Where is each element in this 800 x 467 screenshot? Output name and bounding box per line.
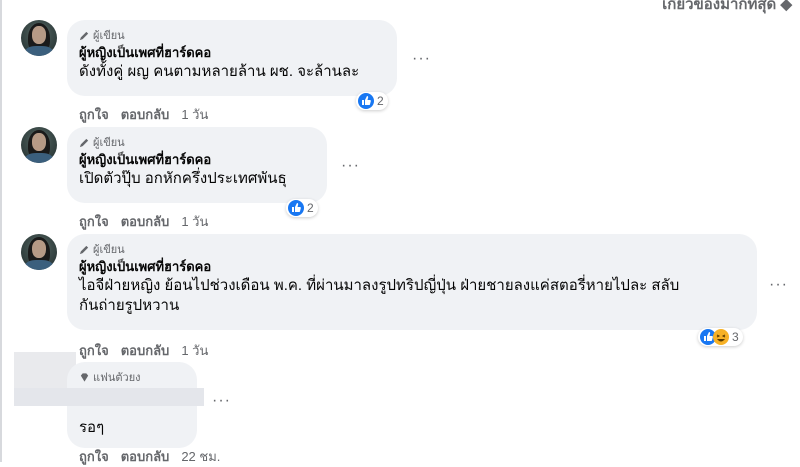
author-badge-label: ผู้เขียน	[93, 30, 125, 42]
like-icon	[288, 200, 304, 216]
comment-timestamp[interactable]: 22 ชม.	[181, 446, 220, 467]
comment-text: รอๆ	[79, 419, 105, 436]
comment-timestamp[interactable]: 1 วัน	[181, 104, 208, 125]
comment-actions: ถูกใจ ตอบกลับ 22 ชม.	[79, 446, 220, 467]
comment-actions: ถูกใจ ตอบกลับ 1 วัน	[79, 211, 208, 232]
reaction-summary[interactable]: 2	[356, 92, 388, 110]
more-options-button[interactable]: ···	[769, 276, 788, 294]
author-badge: ผู้เขียน	[79, 28, 385, 42]
page-left-border	[0, 0, 2, 462]
reaction-count: 3	[732, 330, 739, 344]
reply-button[interactable]: ตอบกลับ	[121, 446, 170, 467]
comment-timestamp[interactable]: 1 วัน	[181, 211, 208, 232]
diamond-icon	[80, 372, 89, 382]
comment-text: ดังทั้งคู่ ผญ คนตามหลายล้าน ผช. จะล้านละ	[79, 63, 360, 80]
pencil-icon	[79, 138, 89, 147]
comment-author[interactable]: ผู้หญิงเป็นเพศที่ฮาร์ดคอ	[79, 258, 745, 276]
comment-bubble: ผู้เขียน ผู้หญิงเป็นเพศที่ฮาร์ดคอ ไอจีฝ่…	[67, 234, 757, 330]
like-icon	[358, 93, 374, 109]
comment-author[interactable]: ผู้หญิงเป็นเพศที่ฮาร์ดคอ	[79, 151, 315, 169]
author-badge: ผู้เขียน	[79, 242, 745, 256]
reply-button[interactable]: ตอบกลับ	[121, 211, 170, 232]
fan-badge: แฟนตัวยง	[79, 370, 185, 384]
reaction-summary[interactable]: 3	[698, 328, 743, 346]
fan-badge-label: แฟนตัวยง	[93, 372, 141, 384]
reply-button[interactable]: ตอบกลับ	[121, 340, 170, 361]
more-options-button[interactable]: ···	[212, 392, 231, 410]
comment-text-line-1: ไอจีฝ่ายหญิง ย้อนไปช่วงเดือน พ.ค. ที่ผ่า…	[79, 277, 680, 294]
like-button[interactable]: ถูกใจ	[79, 104, 109, 125]
comment-actions: ถูกใจ ตอบกลับ 1 วัน	[79, 340, 208, 361]
reply-button[interactable]: ตอบกลับ	[121, 104, 170, 125]
avatar[interactable]	[21, 234, 57, 270]
comment-text-line-2: กันถ่ายรูปหวาน	[79, 297, 180, 314]
comment-timestamp[interactable]: 1 วัน	[181, 340, 208, 361]
reaction-count: 2	[377, 94, 384, 108]
pencil-icon	[79, 31, 89, 40]
comment-actions: ถูกใจ ตอบกลับ 1 วัน	[79, 104, 208, 125]
like-button[interactable]: ถูกใจ	[79, 340, 109, 361]
comment-sort-dropdown[interactable]: เกี่ยวข้องมากที่สุด ◆	[662, 0, 792, 16]
avatar[interactable]	[21, 127, 57, 163]
author-badge: ผู้เขียน	[79, 135, 315, 149]
more-options-button[interactable]: ···	[341, 157, 360, 175]
author-badge-label: ผู้เขียน	[93, 137, 125, 149]
like-button[interactable]: ถูกใจ	[79, 211, 109, 232]
comment-text: เปิดตัวปุ๊บ อกหักครึ่งประเทศพันธุ	[79, 170, 287, 187]
haha-icon	[713, 329, 729, 345]
author-badge-label: ผู้เขียน	[93, 244, 125, 256]
comment-bubble: ผู้เขียน ผู้หญิงเป็นเพศที่ฮาร์ดคอ เปิดตั…	[67, 127, 327, 203]
like-button[interactable]: ถูกใจ	[79, 446, 109, 467]
redacted-name	[14, 388, 204, 406]
pencil-icon	[79, 245, 89, 254]
comment-bubble: ผู้เขียน ผู้หญิงเป็นเพศที่ฮาร์ดคอ ดังทั้…	[67, 20, 397, 96]
more-options-button[interactable]: ···	[412, 50, 431, 68]
reaction-summary[interactable]: 2	[286, 199, 318, 217]
avatar[interactable]	[21, 20, 57, 56]
comment-author[interactable]: ผู้หญิงเป็นเพศที่ฮาร์ดคอ	[79, 44, 385, 62]
reaction-count: 2	[307, 201, 314, 215]
